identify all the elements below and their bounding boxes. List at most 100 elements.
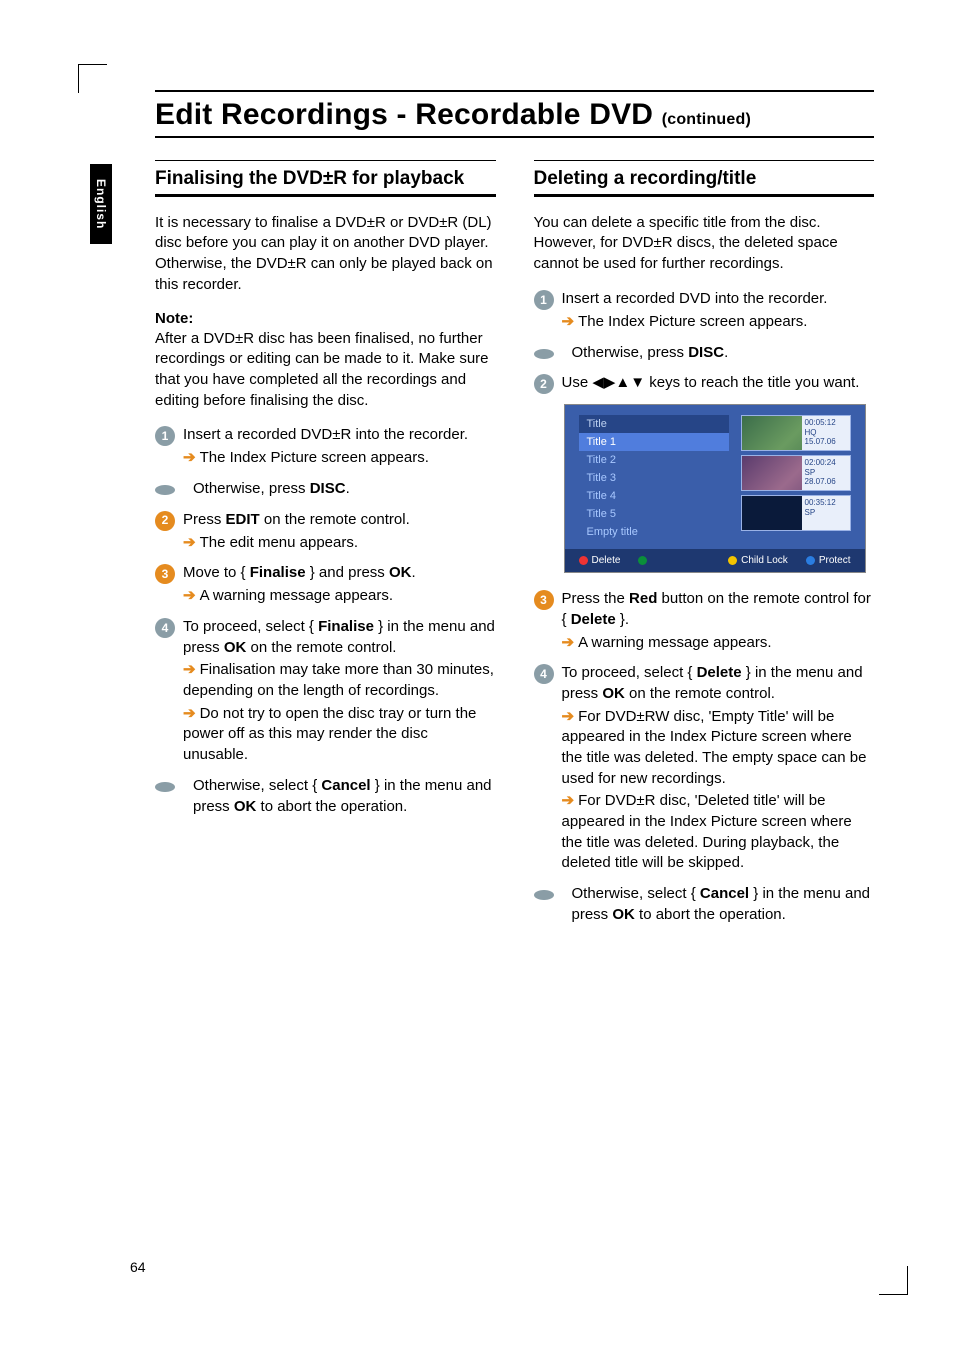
arrow-icon: ➔ [183,449,196,466]
thumbnail: 00:05:12 HQ 15.07.06 [741,415,851,451]
step-number-2-icon: 2 [534,374,554,394]
title-list: Title Title 1 Title 2 Title 3 Title 4 Ti… [579,415,729,541]
alt-step-text: Otherwise, press DISC. [193,479,496,500]
step-4-result-1-text: Finalisation may take more than 30 minut… [183,661,494,699]
step-4-text: To proceed, select { Delete } in the men… [562,663,875,704]
alt-step-cancel-text: Otherwise, select { Cancel } in the menu… [572,884,875,925]
step-3-result-text: A warning message appears. [578,634,771,651]
step-4-result-2-text: For DVD±R disc, 'Deleted title' will be … [562,792,852,871]
list-item: Title 4 [579,487,729,505]
step-1: 1 Insert a recorded DVD±R into the recor… [155,425,496,446]
step-3-result-text: A warning message appears. [200,587,393,604]
step-1: 1 Insert a recorded DVD into the recorde… [534,289,875,310]
arrow-icon: ➔ [562,634,575,651]
green-dot-icon [638,556,647,565]
step-1-text: Insert a recorded DVD±R into the recorde… [183,425,496,446]
step-1-result: ➔The Index Picture screen appears. [183,448,496,469]
arrow-icon: ➔ [183,587,196,604]
alt-step-cancel-text: Otherwise, select { Cancel } in the menu… [193,776,496,817]
bullet-icon [534,890,554,900]
step-1-text: Insert a recorded DVD into the recorder. [562,289,875,310]
step-1-result-text: The Index Picture screen appears. [200,449,429,466]
index-picture-screenshot: Title Title 1 Title 2 Title 3 Title 4 Ti… [564,404,866,573]
arrow-icon: ➔ [562,708,575,725]
page-title-continued: (continued) [662,111,751,128]
step-number-2-icon: 2 [155,511,175,531]
list-item: Title 3 [579,469,729,487]
step-2: 2 Press EDIT on the remote control. [155,510,496,531]
page-title-text: Edit Recordings - Recordable DVD [155,98,653,131]
thumbnail: 02:00:24 SP 28.07.06 [741,455,851,491]
step-3-result: ➔A warning message appears. [183,586,496,607]
list-item: Title 1 [579,433,729,451]
alt-step: Otherwise, press DISC. [534,343,875,364]
arrow-icon: ➔ [183,705,196,722]
legend-childlock: Child Lock [728,555,788,566]
step-2-result: ➔The edit menu appears. [183,533,496,554]
note-body: After a DVD±R disc has been finalised, n… [155,329,496,412]
step-3-text: Move to { Finalise } and press OK. [183,563,496,584]
bullet-icon [155,782,175,792]
step-4-result-2: ➔Do not try to open the disc tray or tur… [183,704,496,766]
step-4: 4 To proceed, select { Finalise } in the… [155,617,496,658]
step-3-text: Press the Red button on the remote contr… [562,589,875,630]
thumbnail: 00:35:12 SP [741,495,851,531]
red-dot-icon [579,556,588,565]
note-label: Note: [155,310,496,327]
section-heading-finalise: Finalising the DVD±R for playback [155,167,496,197]
bullet-icon [534,349,554,359]
step-4-result-1-text: For DVD±RW disc, 'Empty Title' will be a… [562,708,867,787]
step-number-1-icon: 1 [534,290,554,310]
arrow-icon: ➔ [183,661,196,678]
step-3-result: ➔A warning message appears. [562,633,875,654]
arrow-icon: ➔ [562,313,575,330]
step-1-result-text: The Index Picture screen appears. [578,313,807,330]
section-heading-delete: Deleting a recording/title [534,167,875,197]
legend-delete: Delete [579,555,621,566]
bullet-icon [155,485,175,495]
title-list-header: Title [579,415,729,433]
list-item: Title 2 [579,451,729,469]
step-number-3-icon: 3 [155,564,175,584]
step-4-result-1: ➔Finalisation may take more than 30 minu… [183,660,496,701]
step-2-text: Use ◀▶▲▼ keys to reach the title you wan… [562,373,875,394]
intro-text: It is necessary to finalise a DVD±R or D… [155,213,496,296]
thumbnail-list: 00:05:12 HQ 15.07.06 02:00:24 SP 28.07.0… [741,415,851,541]
step-2: 2 Use ◀▶▲▼ keys to reach the title you w… [534,373,875,394]
step-4-result-2-text: Do not try to open the disc tray or turn… [183,705,476,763]
arrow-icon: ➔ [562,792,575,809]
legend-green [638,555,651,566]
divider [155,160,496,161]
alt-step-text: Otherwise, press DISC. [572,343,875,364]
intro-text: You can delete a specific title from the… [534,213,875,275]
step-number-4-icon: 4 [534,664,554,684]
step-2-result-text: The edit menu appears. [200,534,358,551]
step-number-1-icon: 1 [155,426,175,446]
alt-step: Otherwise, press DISC. [155,479,496,500]
color-button-legend: Delete Child Lock Protect [565,549,865,572]
legend-protect: Protect [806,555,851,566]
right-column: Deleting a recording/title You can delet… [534,160,875,936]
step-4-result-2: ➔For DVD±R disc, 'Deleted title' will be… [562,791,875,874]
list-item: Title 5 [579,505,729,523]
step-3: 3 Press the Red button on the remote con… [534,589,875,630]
page-number: 64 [130,1259,146,1275]
alt-step-cancel: Otherwise, select { Cancel } in the menu… [534,884,875,925]
step-2-text: Press EDIT on the remote control. [183,510,496,531]
step-1-result: ➔The Index Picture screen appears. [562,312,875,333]
list-item: Empty title [579,523,729,541]
yellow-dot-icon [728,556,737,565]
left-column: Finalising the DVD±R for playback It is … [155,160,496,936]
page-title: Edit Recordings - Recordable DVD (contin… [155,90,874,138]
arrow-icon: ➔ [183,534,196,551]
language-tab: English [90,164,112,244]
step-4-text: To proceed, select { Finalise } in the m… [183,617,496,658]
divider [534,160,875,161]
direction-keys-icon: ◀▶▲▼ [592,374,645,391]
alt-step-cancel: Otherwise, select { Cancel } in the menu… [155,776,496,817]
step-number-3-icon: 3 [534,590,554,610]
step-4: 4 To proceed, select { Delete } in the m… [534,663,875,704]
step-4-result-1: ➔For DVD±RW disc, 'Empty Title' will be … [562,707,875,790]
page-content: English Edit Recordings - Recordable DVD… [0,0,954,1347]
step-number-4-icon: 4 [155,618,175,638]
